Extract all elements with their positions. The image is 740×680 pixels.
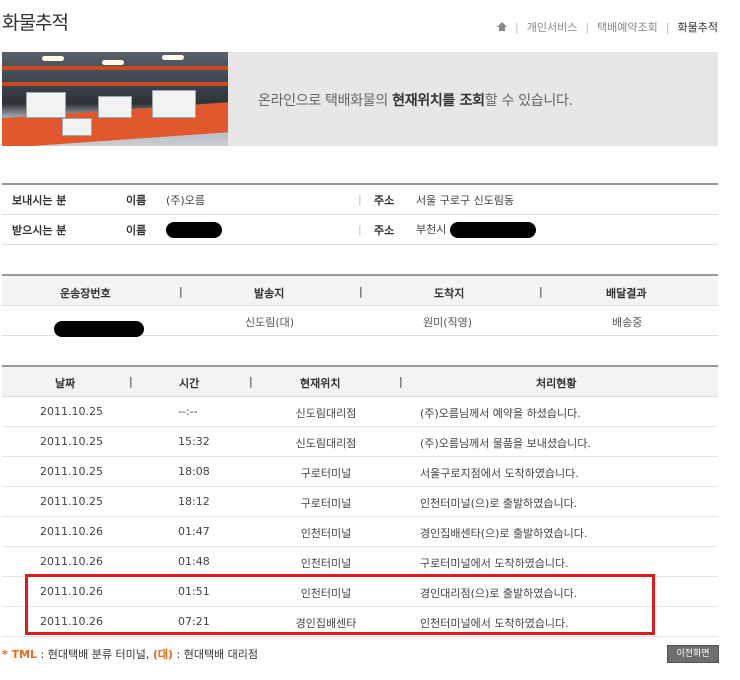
origin-value: 신도림(대) xyxy=(245,316,295,329)
receiver-row: 받으시는 분 이름 | 주소 부천시 xyxy=(2,215,718,245)
row-status: 서울구로지점에서 도착하였습니다. xyxy=(420,467,579,480)
row-location: 신도림대리점 xyxy=(295,407,357,420)
receiver-address-label: 주소 xyxy=(374,223,395,237)
breadcrumb-separator: | xyxy=(515,20,519,34)
row-location: 신도림대리점 xyxy=(295,437,357,450)
destination-value: 원미(직영) xyxy=(423,316,473,329)
tracking-row: 2011.10.26 01:47 인천터미널 경인집배센타(으)로 출발하였습니다. xyxy=(2,517,718,547)
sender-address-label: 주소 xyxy=(374,193,395,207)
home-icon[interactable] xyxy=(497,22,508,32)
result-value: 배송중 xyxy=(612,316,643,329)
row-time: 18:12 xyxy=(178,495,210,508)
header-time: 시간 xyxy=(179,377,200,390)
row-location: 인천터미널 xyxy=(300,587,352,600)
tracking-row: 2011.10.25 18:08 구로터미널 서울구로지점에서 도착하였습니다. xyxy=(2,457,718,487)
row-location: 인천터미널 xyxy=(300,557,352,570)
row-date: 2011.10.25 xyxy=(40,495,103,508)
legend-agency-desc: : 현대택배 대리점 xyxy=(173,648,259,661)
header-delivery-result: 배달결과 xyxy=(606,287,647,300)
tracking-row: 2011.10.25 --:-- 신도림대리점 (주)오름님께서 예약을 하셨습니다. xyxy=(2,397,718,427)
row-time: --:-- xyxy=(178,405,198,418)
sender-name-label: 이름 xyxy=(126,193,147,207)
breadcrumb-item-current: 화물추적 xyxy=(677,21,718,34)
row-location: 구로터미널 xyxy=(300,497,352,510)
row-status: 인천터미널(으)로 출발하였습니다. xyxy=(420,497,578,510)
row-date: 2011.10.26 xyxy=(40,525,103,538)
page-title: 화물추적 xyxy=(2,12,69,34)
row-time: 01:47 xyxy=(178,525,210,538)
row-time: 18:08 xyxy=(178,465,210,478)
header-destination: 도착지 xyxy=(434,287,465,300)
tracking-table: 날짜 | 시간 | 현재위치 | 처리현황 2011.10.25 --:-- 신도림… xyxy=(2,365,718,637)
header-status: 처리현황 xyxy=(536,377,577,390)
legend-tml-desc: : 현대택배 분류 터미널, xyxy=(37,648,153,661)
receiver-label: 받으시는 분 xyxy=(12,223,67,237)
tracking-row: 2011.10.26 07:21 경인집배센타 인천터미널에서 도착하였습니다. xyxy=(2,607,718,637)
legend-agency-key: (대) xyxy=(152,648,173,661)
row-status: 경인대리점(으)로 출발하였습니다. xyxy=(420,587,578,600)
breadcrumb: | 개인서비스 | 택배예약조회 | 화물추적 xyxy=(497,19,718,35)
legend: * TML : 현대택배 분류 터미널, (대) : 현대택배 대리점 xyxy=(2,646,258,662)
banner-text: 온라인으로 택배화물의 현재위치를 조회할 수 있습니다. xyxy=(258,93,573,109)
receiver-address: 부천시 xyxy=(416,221,536,238)
tracking-table-header: 날짜 | 시간 | 현재위치 | 처리현황 xyxy=(2,367,718,397)
sender-row: 보내시는 분 이름 (주)오름 | 주소 서울 구로구 신도림동 xyxy=(2,185,718,215)
header-date: 날짜 xyxy=(55,377,76,390)
row-location: 구로터미널 xyxy=(300,467,352,480)
row-time: 15:32 xyxy=(178,435,210,448)
warehouse-conveyor-image xyxy=(2,52,228,146)
breadcrumb-item-reservation-lookup[interactable]: 택배예약조회 xyxy=(597,19,658,35)
row-time: 07:21 xyxy=(178,615,210,628)
header-tracking-number: 운송장번호 xyxy=(60,287,111,300)
breadcrumb-separator: | xyxy=(665,20,670,34)
row-location: 경인집배센타 xyxy=(295,617,357,630)
tracking-row: 2011.10.26 01:51 인천터미널 경인대리점(으)로 출발하였습니다. xyxy=(2,577,718,607)
banner: 온라인으로 택배화물의 현재위치를 조회할 수 있습니다. xyxy=(2,52,718,146)
row-status: (주)오름님께서 물품을 보내셨습니다. xyxy=(420,437,591,450)
row-time: 01:51 xyxy=(178,585,210,598)
sender-name: (주)오름 xyxy=(166,193,205,207)
tracking-row: 2011.10.25 15:32 신도림대리점 (주)오름님께서 물품을 보내셨습니다… xyxy=(2,427,718,457)
row-status: 인천터미널에서 도착하였습니다. xyxy=(420,617,569,630)
sender-address: 서울 구로구 신도림동 xyxy=(416,193,515,207)
sender-label: 보내시는 분 xyxy=(12,193,67,207)
row-date: 2011.10.25 xyxy=(40,405,103,418)
row-date: 2011.10.26 xyxy=(40,555,103,568)
party-info-table: 보내시는 분 이름 (주)오름 | 주소 서울 구로구 신도림동 받으시는 분 … xyxy=(2,183,718,245)
back-button[interactable]: 이전화면 xyxy=(667,645,719,663)
row-location: 인천터미널 xyxy=(300,527,352,540)
legend-tml-key: * TML xyxy=(2,648,38,661)
shipment-row: 신도림(대) 원미(직영) 배송중 xyxy=(2,306,718,337)
header-origin: 발송지 xyxy=(254,287,285,300)
row-date: 2011.10.26 xyxy=(40,615,103,628)
tracking-row: 2011.10.26 01:48 인천터미널 구로터미널에서 도착하였습니다. xyxy=(2,547,718,577)
breadcrumb-separator: | xyxy=(585,20,590,34)
row-date: 2011.10.26 xyxy=(40,585,103,598)
receiver-name-redacted xyxy=(166,221,222,238)
tracking-row: 2011.10.25 18:12 구로터미널 인천터미널(으)로 출발하였습니다. xyxy=(2,487,718,517)
row-status: 구로터미널에서 도착하였습니다. xyxy=(420,557,569,570)
shipment-table: 운송장번호 | 발송지 | 도착지 | 배달결과 신도림(대) 원미(직영) 배… xyxy=(2,274,718,337)
receiver-name-label: 이름 xyxy=(126,223,147,237)
header-location: 현재위치 xyxy=(300,377,341,390)
shipment-table-header: 운송장번호 | 발송지 | 도착지 | 배달결과 xyxy=(2,276,718,306)
row-status: (주)오름님께서 예약을 하셨습니다. xyxy=(420,407,581,420)
row-time: 01:48 xyxy=(178,555,210,568)
row-date: 2011.10.25 xyxy=(40,465,103,478)
row-date: 2011.10.25 xyxy=(40,435,103,448)
breadcrumb-item-personal-service[interactable]: 개인서비스 xyxy=(527,19,578,35)
row-status: 경인집배센타(으)로 출발하였습니다. xyxy=(420,527,588,540)
